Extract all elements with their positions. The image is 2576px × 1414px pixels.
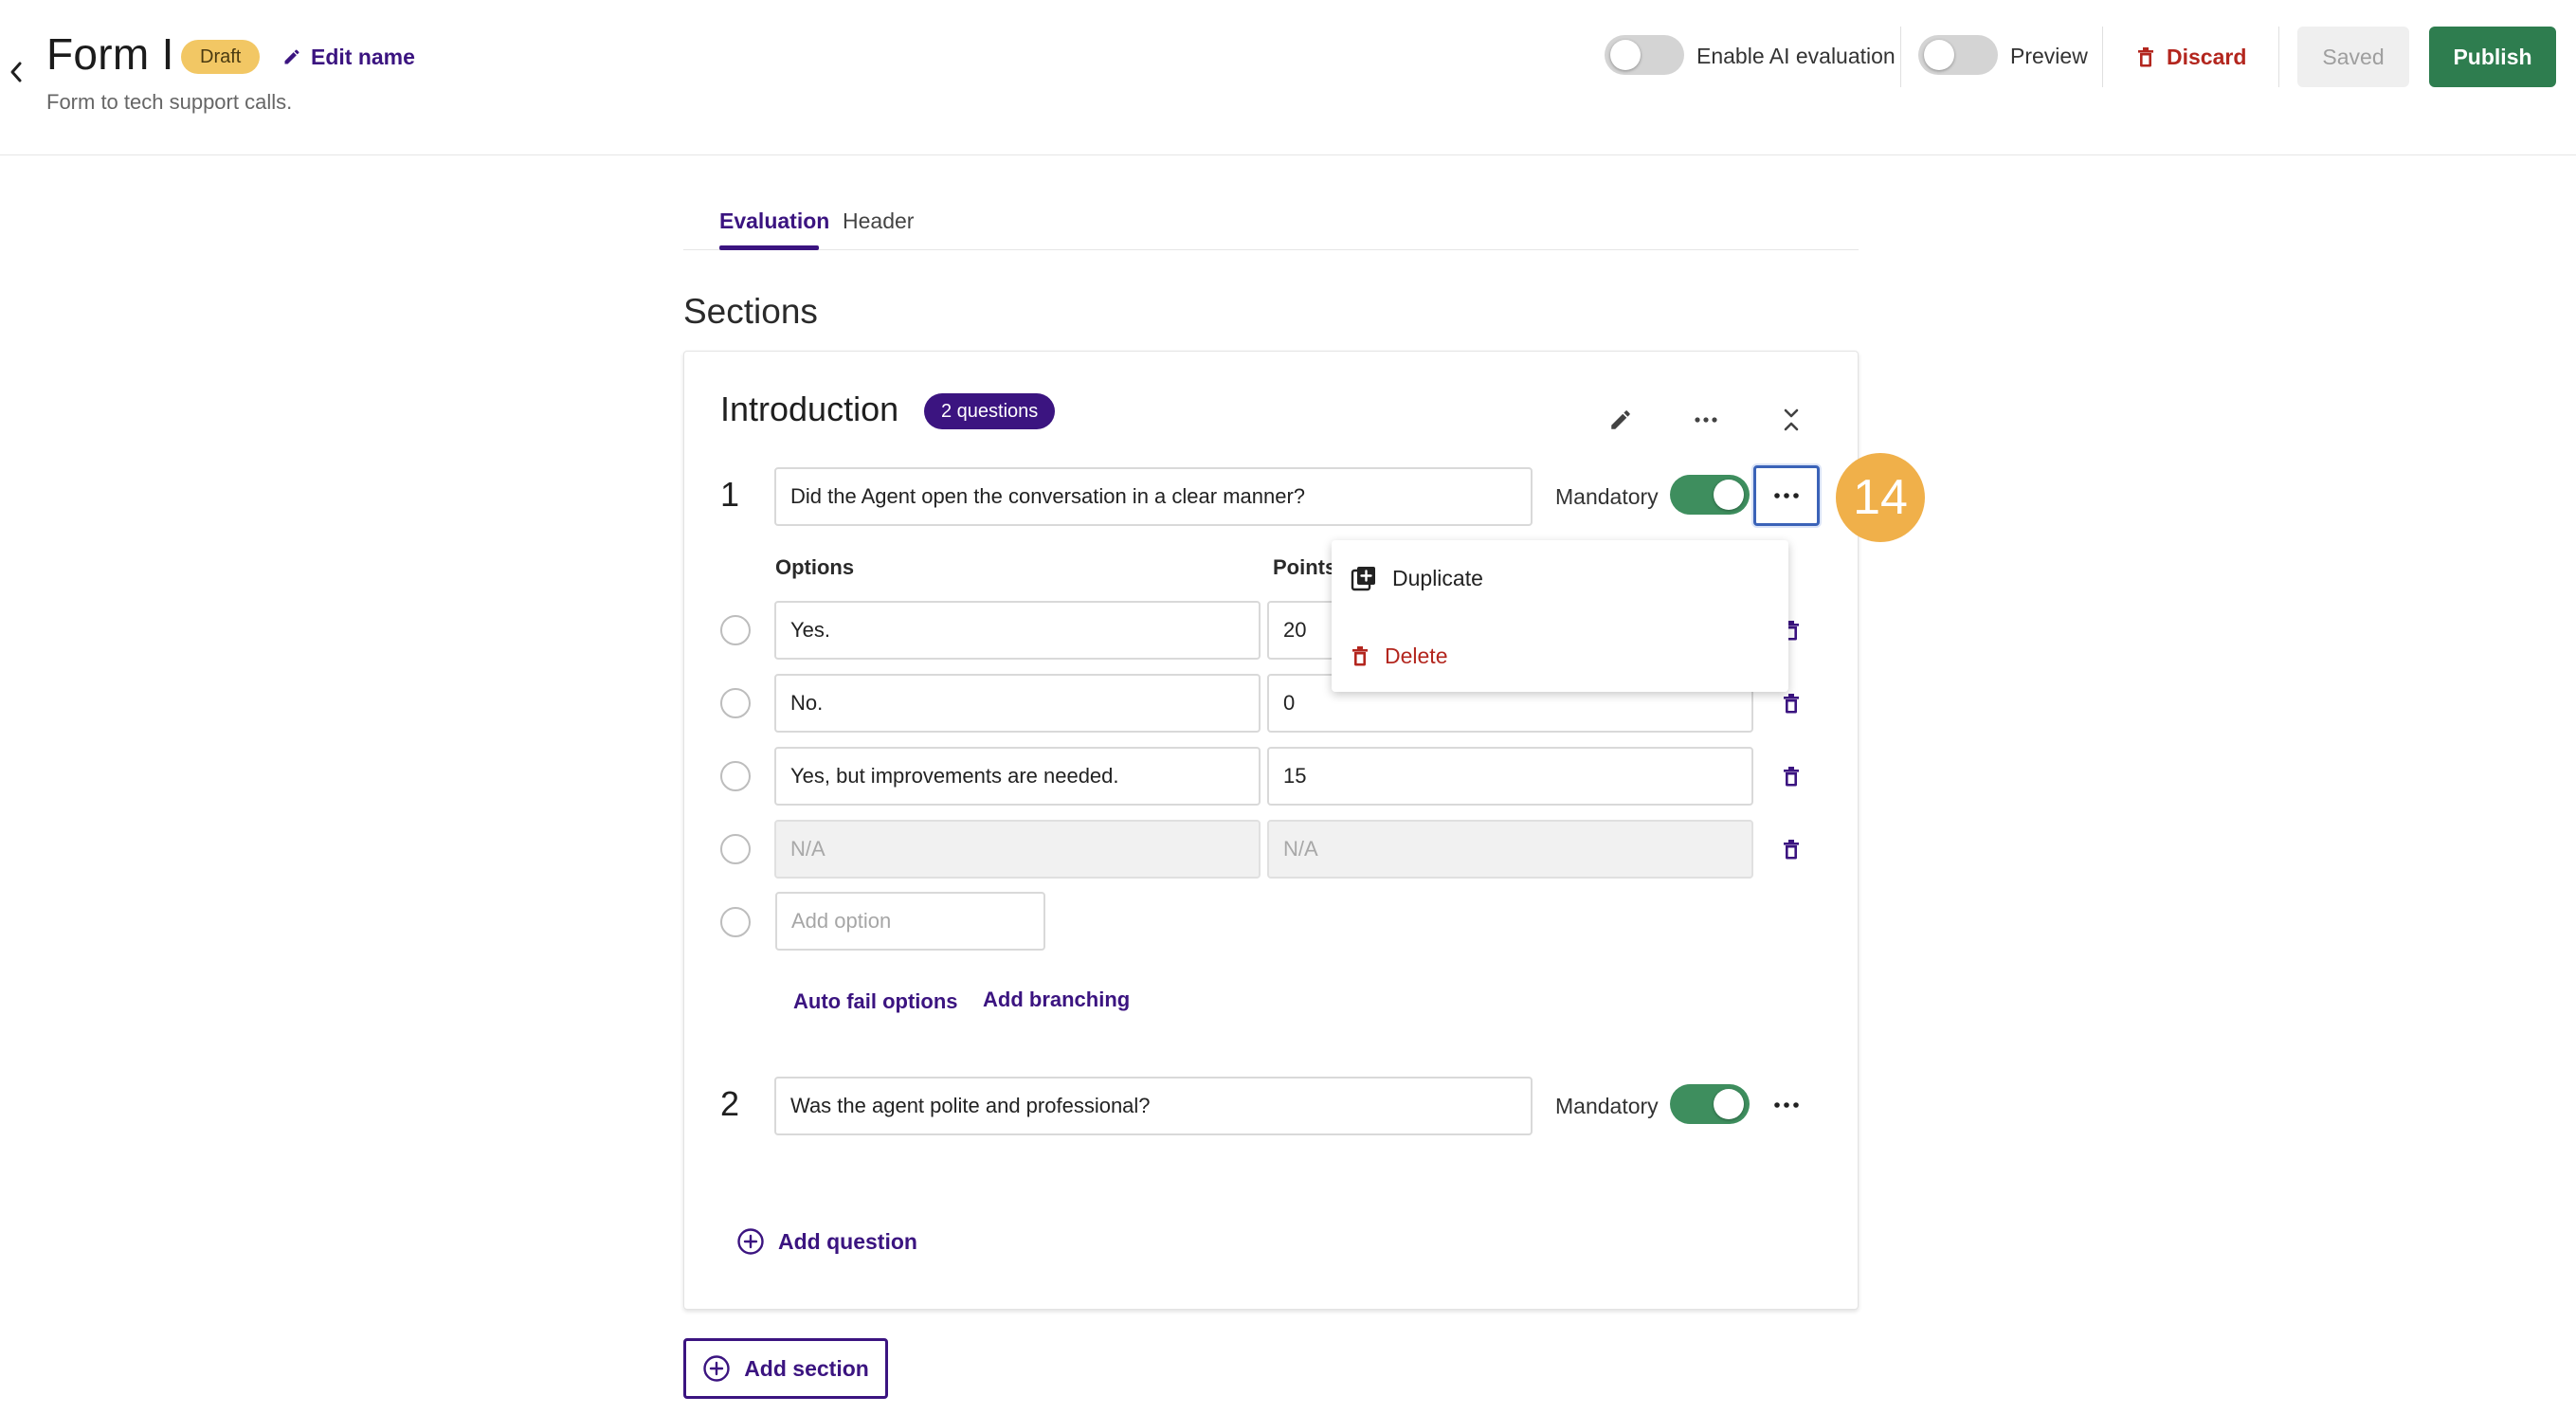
- option-label-input-disabled: N/A: [774, 820, 1261, 879]
- top-bar: Form I Draft Edit name Form to tech supp…: [0, 0, 2576, 155]
- edit-name-button[interactable]: Edit name: [282, 40, 415, 74]
- back-button[interactable]: [2, 55, 30, 89]
- question-text-input[interactable]: Did the Agent open the conversation in a…: [774, 467, 1533, 526]
- plus-circle-icon: [737, 1228, 764, 1255]
- options-column-header: Options: [775, 555, 855, 579]
- add-section-label: Add section: [744, 1355, 869, 1381]
- mandatory-toggle[interactable]: [1670, 1084, 1750, 1124]
- mandatory-label: Mandatory: [1555, 1094, 1659, 1118]
- delete-label: Delete: [1385, 643, 1448, 668]
- divider: [2102, 27, 2103, 87]
- toggle-knob: [1714, 480, 1744, 510]
- question-options-menu: Duplicate Delete: [1332, 540, 1788, 692]
- discard-button[interactable]: Discard: [2136, 38, 2246, 76]
- pencil-icon: [1611, 410, 1630, 429]
- more-horizontal-icon: [1774, 1102, 1799, 1108]
- option-radio[interactable]: [720, 907, 751, 937]
- preview-toggle[interactable]: [1918, 35, 1998, 75]
- option-label-input[interactable]: Yes, but improvements are needed.: [774, 747, 1261, 806]
- question-text-input[interactable]: Was the agent polite and professional?: [774, 1077, 1533, 1135]
- points-column-header: Points: [1273, 555, 1337, 579]
- toggle-knob: [1924, 40, 1954, 70]
- preview-label: Preview: [2010, 44, 2088, 68]
- add-question-label: Add question: [778, 1228, 917, 1254]
- duplicate-icon: [1351, 567, 1375, 591]
- page-title: Form I: [46, 29, 174, 79]
- option-radio[interactable]: [720, 688, 751, 718]
- menu-item-delete[interactable]: Delete: [1351, 637, 1447, 675]
- add-question-button[interactable]: Add question: [736, 1227, 917, 1256]
- delete-option-button[interactable]: [1774, 830, 1808, 868]
- section-title: Introduction: [720, 390, 899, 428]
- trash-icon: [1784, 840, 1799, 860]
- mandatory-toggle[interactable]: [1670, 475, 1750, 515]
- trash-icon: [1352, 646, 1368, 666]
- trash-icon: [2138, 47, 2153, 67]
- divider: [1900, 27, 1901, 87]
- toggle-knob: [1714, 1089, 1744, 1119]
- section-more-button[interactable]: [1685, 399, 1727, 441]
- add-branching-link[interactable]: Add branching: [983, 988, 1130, 1012]
- option-radio[interactable]: [720, 834, 751, 864]
- mandatory-label: Mandatory: [1555, 484, 1659, 509]
- duplicate-label: Duplicate: [1392, 565, 1483, 590]
- tab-header[interactable]: Header: [843, 208, 914, 234]
- pencil-icon: [284, 49, 299, 64]
- collapse-icon: [1784, 408, 1799, 431]
- tab-bar: Evaluation Header: [683, 203, 1859, 250]
- question-more-button[interactable]: [1753, 465, 1820, 526]
- add-section-button[interactable]: Add section: [683, 1338, 888, 1399]
- option-radio[interactable]: [720, 615, 751, 645]
- status-badge: Draft: [181, 40, 261, 74]
- trash-icon: [1784, 694, 1799, 714]
- toggle-knob: [1610, 40, 1641, 70]
- question-number: 1: [720, 475, 740, 514]
- sections-heading: Sections: [683, 292, 818, 331]
- tab-evaluation[interactable]: Evaluation: [719, 208, 829, 234]
- step-number-badge: 14: [1836, 453, 1925, 542]
- ai-evaluation-toggle[interactable]: [1605, 35, 1684, 75]
- option-points-input-disabled: N/A: [1267, 820, 1753, 879]
- edit-section-button[interactable]: [1600, 399, 1642, 441]
- option-label-input[interactable]: Yes.: [774, 601, 1261, 660]
- menu-item-duplicate[interactable]: Duplicate: [1351, 559, 1483, 597]
- active-tab-indicator: [719, 245, 819, 250]
- more-horizontal-icon: [1695, 417, 1717, 423]
- option-radio[interactable]: [720, 761, 751, 791]
- ai-evaluation-label: Enable AI evaluation: [1696, 44, 1896, 68]
- delete-option-button[interactable]: [1774, 757, 1808, 795]
- form-description: Form to tech support calls.: [46, 90, 293, 114]
- auto-fail-options-link[interactable]: Auto fail options: [793, 989, 958, 1014]
- divider: [2278, 27, 2279, 87]
- question-number: 2: [720, 1084, 740, 1123]
- option-points-input[interactable]: 15: [1267, 747, 1753, 806]
- more-horizontal-icon: [1774, 493, 1799, 499]
- question-count-badge: 2 questions: [924, 393, 1056, 429]
- publish-button[interactable]: Publish: [2429, 27, 2556, 87]
- chevron-left-icon: [10, 62, 22, 82]
- question-more-button[interactable]: [1753, 1075, 1820, 1135]
- option-label-input[interactable]: No.: [774, 674, 1261, 733]
- section-card: Introduction 2 questions 1 Did the Agent…: [683, 351, 1859, 1310]
- collapse-section-button[interactable]: [1770, 399, 1812, 441]
- trash-icon: [1784, 767, 1799, 787]
- discard-label: Discard: [2167, 44, 2247, 69]
- add-option-input[interactable]: Add option: [775, 892, 1045, 951]
- edit-name-label: Edit name: [311, 44, 415, 69]
- saved-button[interactable]: Saved: [2297, 27, 2409, 87]
- plus-circle-icon: [703, 1355, 730, 1382]
